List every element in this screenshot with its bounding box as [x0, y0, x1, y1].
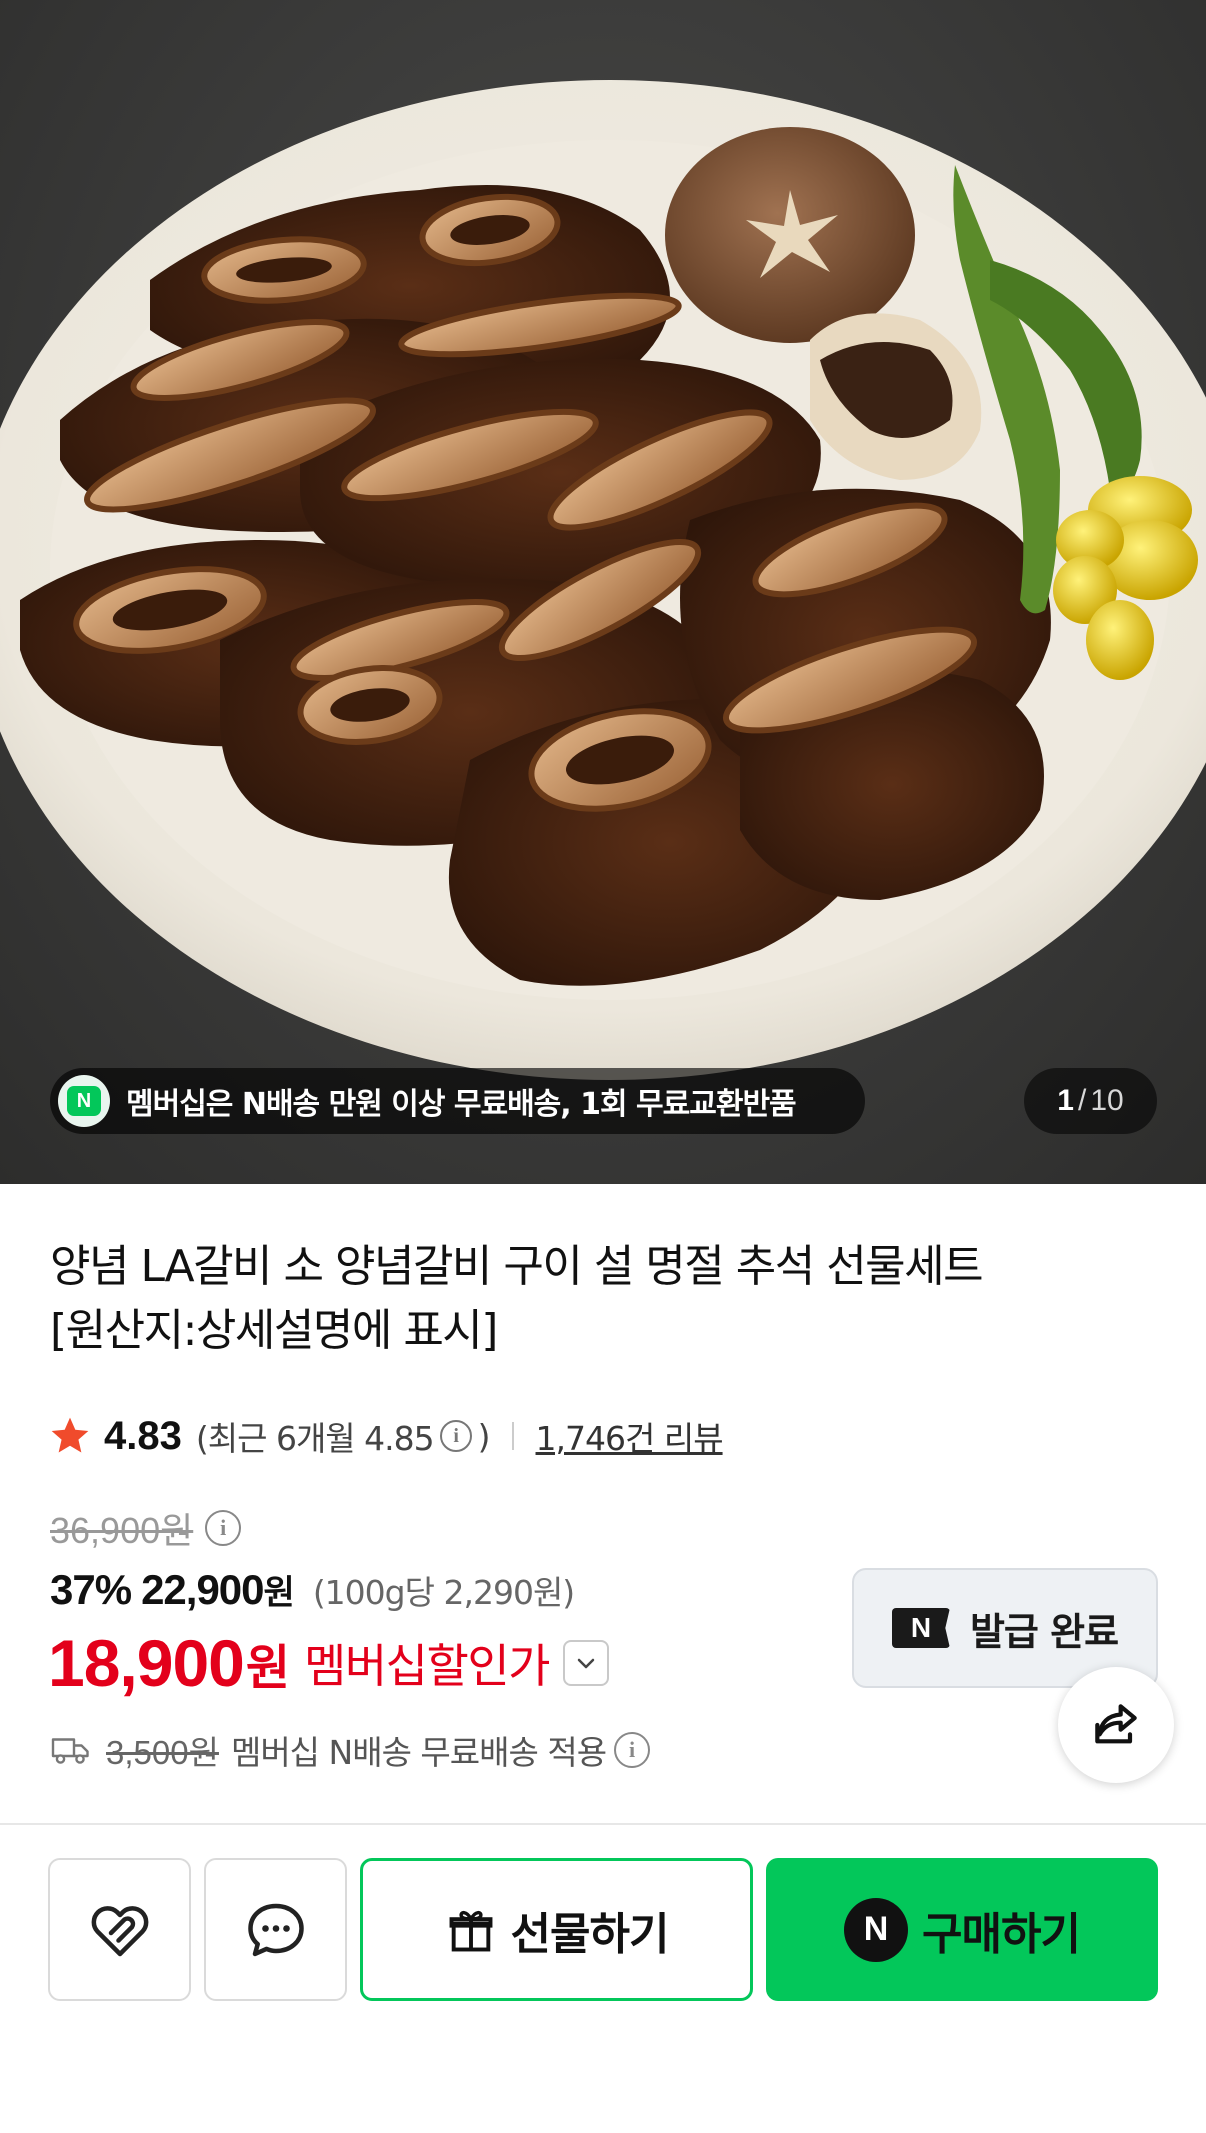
membership-price-label: 멤버십할인가	[304, 1639, 550, 1693]
gift-box-icon	[449, 1910, 492, 1951]
discount-rate: 37%	[50, 1566, 132, 1613]
share-button[interactable]	[1058, 1667, 1174, 1783]
chat-bubble-icon	[247, 1903, 304, 1956]
recent-rating-text: (최근 6개월 4.85	[195, 1419, 435, 1458]
product-photo	[0, 80, 1206, 1080]
naver-pay-icon: N	[844, 1897, 909, 1962]
membership-price-unit: 원	[245, 1640, 291, 1696]
product-title-line-1: 양념 LA갈비 소 양념갈비 구이 설 명절 추석 선물세트	[50, 1241, 984, 1292]
image-counter-total: 10	[1090, 1084, 1124, 1117]
gift-button-label: 선물하기	[510, 1908, 670, 1960]
talk-talk-button[interactable]	[204, 1858, 347, 2001]
coupon-label: 발급 완료	[969, 1609, 1119, 1654]
product-image[interactable]: N 멤버십은 N배송 만원 이상 무료배송, 1회 무료교환반품 1 / 10	[0, 0, 1206, 1184]
shipping-row: 3,500원 멤버십 N배송 무료배송 적용 i	[50, 1726, 651, 1774]
truck-icon	[51, 1738, 89, 1764]
recent-rating-close: )	[477, 1416, 491, 1456]
naver-coupon-icon: N	[891, 1608, 950, 1648]
naver-n-delivery-icon: N	[58, 1075, 110, 1127]
membership-price-row: 18,900 원 멤버십할인가	[48, 1625, 609, 1701]
recent-rating: (최근 6개월 4.85 i )	[195, 1412, 491, 1460]
shipping-fee: 3,500원	[106, 1734, 219, 1771]
info-icon[interactable]: i	[439, 1420, 472, 1452]
price-detail-toggle[interactable]	[562, 1640, 609, 1686]
sale-price-unit: 원	[263, 1573, 295, 1613]
image-counter-current: 1	[1057, 1084, 1074, 1117]
chevron-down-icon	[577, 1658, 595, 1669]
membership-price: 18,900	[48, 1626, 245, 1700]
section-divider	[0, 1823, 1206, 1825]
heart-link-icon	[91, 1905, 148, 1956]
star-icon	[51, 1417, 89, 1453]
promo-text: 멤버십은 N배송 만원 이상 무료배송, 1회 무료교환반품	[126, 1087, 797, 1122]
info-icon[interactable]: i	[614, 1732, 651, 1768]
divider	[511, 1422, 514, 1450]
wishlist-button[interactable]	[48, 1858, 191, 2001]
product-title-line-2: [원산지:상세설명에 표시]	[50, 1305, 498, 1356]
review-count-link[interactable]: 1,746건 리뷰	[536, 1412, 724, 1460]
buy-button[interactable]: N 구매하기	[766, 1858, 1158, 2001]
original-price: 36,900원	[50, 1510, 194, 1551]
info-icon[interactable]: i	[205, 1510, 242, 1546]
shipping-benefit-text: 멤버십 N배송 무료배송 적용	[230, 1733, 607, 1772]
sale-price-row: 37% 22,900 원 (100g당 2,290원)	[50, 1565, 575, 1614]
image-counter-separator: /	[1077, 1084, 1087, 1117]
product-title: 양념 LA갈비 소 양념갈비 구이 설 명절 추석 선물세트 [원산지:상세설명…	[50, 1235, 1160, 1363]
buy-button-label: 구매하기	[922, 1908, 1081, 1960]
rating-row: 4.83 (최근 6개월 4.85 i ) 1,746건 리뷰	[48, 1408, 724, 1464]
image-counter: 1 / 10	[1024, 1068, 1157, 1134]
gift-button[interactable]: 선물하기	[360, 1858, 753, 2001]
original-price-row: 36,900원 i	[50, 1502, 242, 1554]
membership-promo-banner[interactable]: N 멤버십은 N배송 만원 이상 무료배송, 1회 무료교환반품	[50, 1068, 865, 1134]
share-icon	[1095, 1704, 1137, 1744]
unit-price: (100g당 2,290원)	[312, 1573, 575, 1612]
sale-price: 22,900	[141, 1566, 264, 1613]
rating-value: 4.83	[104, 1413, 182, 1458]
